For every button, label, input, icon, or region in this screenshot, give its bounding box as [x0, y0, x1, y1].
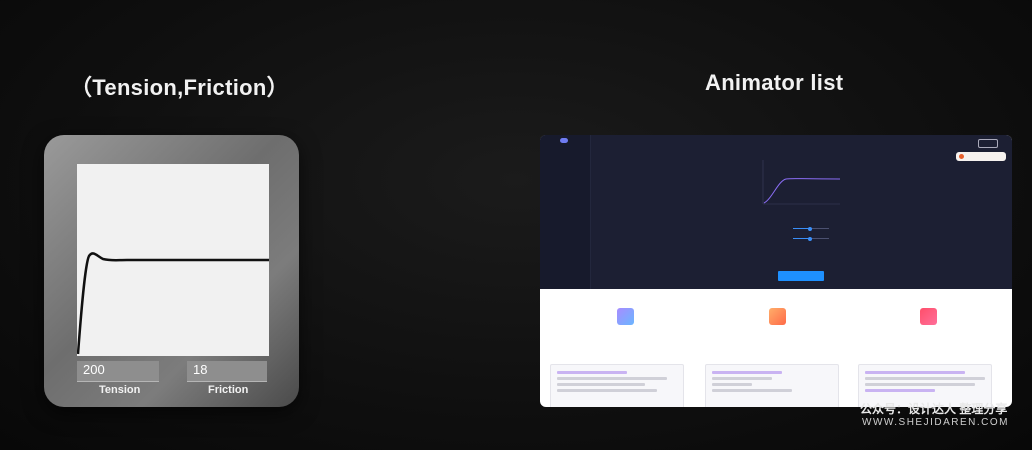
animate-button[interactable]: [778, 271, 824, 281]
spring-curve-graph: [77, 164, 269, 356]
preview-graph: [762, 160, 840, 205]
animator-list-heading: Animator list: [705, 70, 844, 95]
web-preview-square: [920, 308, 937, 325]
watermark: 公众号：设计达人 整理分享: [860, 402, 1008, 416]
spring-params-heading: （Tension,Friction）: [70, 75, 289, 100]
spring-curve: [77, 252, 269, 355]
tension-input[interactable]: 200: [77, 361, 159, 382]
tension-slider-handle[interactable]: [808, 226, 812, 231]
tension-label: Tension: [99, 384, 141, 396]
css-preview-square: [769, 308, 786, 325]
app-logo: [560, 138, 568, 143]
friction-label: Friction: [208, 384, 249, 396]
android-code-card: [550, 364, 684, 407]
animator-list-screenshot: [540, 135, 1012, 407]
spring-config-card: 200 18 Tension Friction: [44, 135, 299, 407]
app-header-area: [540, 135, 1012, 289]
sidebar: [540, 135, 591, 289]
android-preview-square: [617, 308, 634, 325]
css-code-card: [705, 364, 839, 407]
friction-slider-handle[interactable]: [808, 236, 812, 241]
watermark-url: WWW.SHEJIDAREN.COM: [862, 417, 1009, 428]
header-button[interactable]: [978, 139, 998, 148]
product-hunt-badge[interactable]: [956, 152, 1006, 161]
friction-input[interactable]: 18: [187, 361, 267, 382]
product-hunt-icon: [959, 154, 964, 159]
